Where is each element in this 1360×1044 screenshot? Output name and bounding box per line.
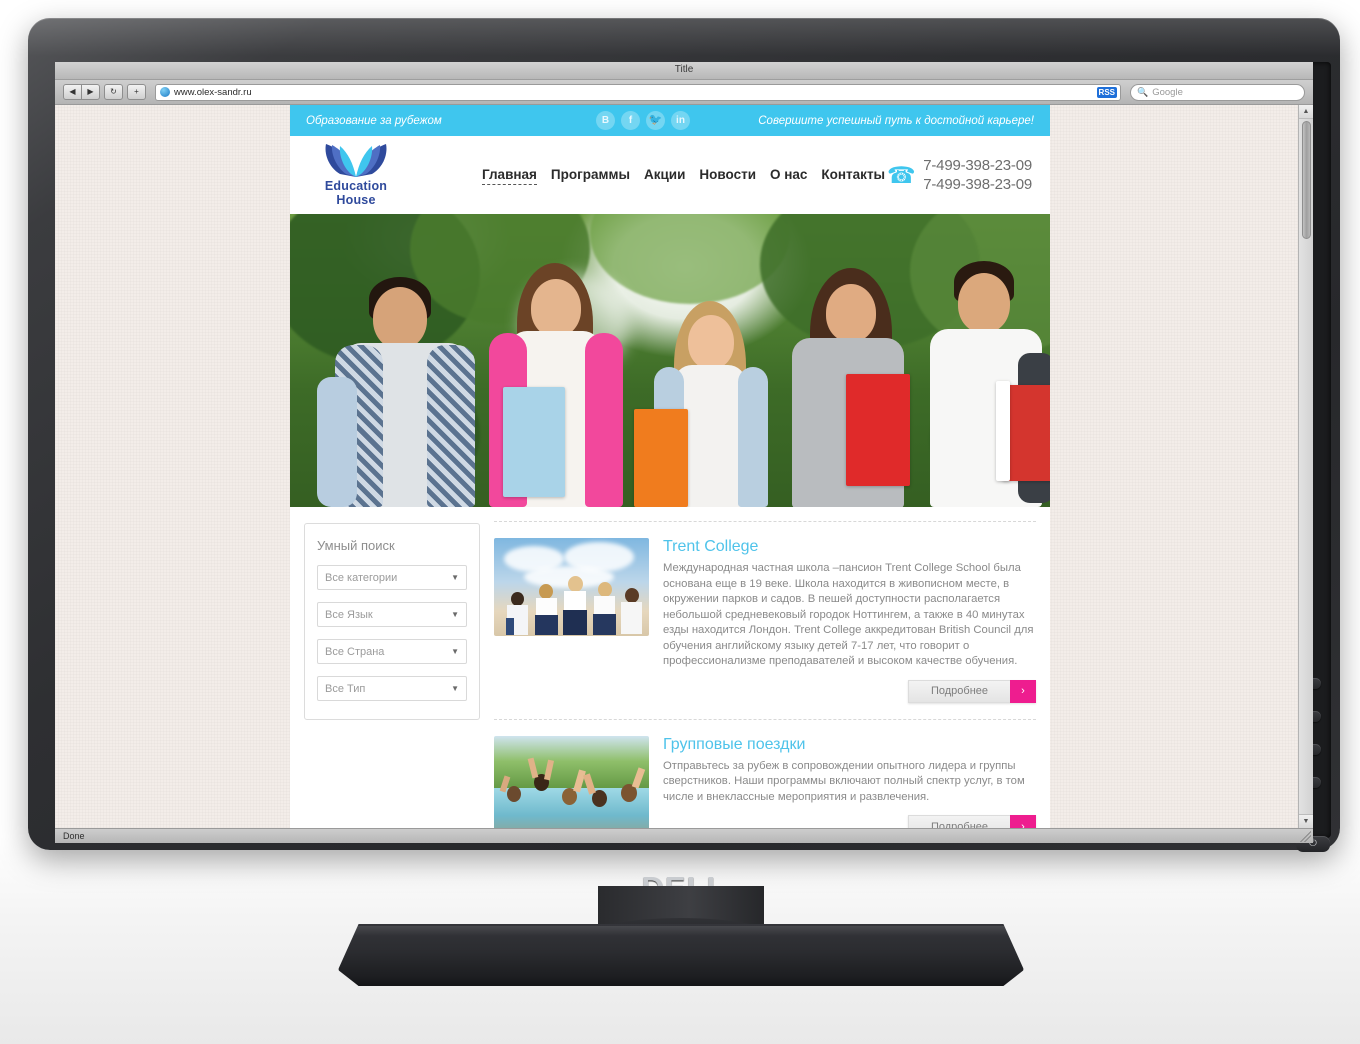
search-placeholder: Google xyxy=(1152,86,1183,98)
vk-icon[interactable]: В xyxy=(596,111,615,130)
chevron-down-icon: ▼ xyxy=(451,573,459,582)
favicon-icon xyxy=(160,87,170,97)
country-select[interactable]: Все Страна ▼ xyxy=(317,639,467,664)
main-navigation: Главная Программы Акции Новости О нас Ко… xyxy=(482,167,885,185)
phone-numbers: 7-499-398-23-09 7-499-398-23-09 xyxy=(923,156,1032,194)
nav-item-glavnaya[interactable]: Главная xyxy=(482,167,537,185)
monitor-screen: Title ◀ ▶ ↻ + www.olex-sandr.ru RSS 🔍 Go… xyxy=(55,62,1313,843)
hero-student-2 xyxy=(475,257,645,507)
resize-grip[interactable] xyxy=(1300,831,1311,842)
linkedin-icon[interactable]: in xyxy=(671,111,690,130)
article-body: Trent College Международная частная школ… xyxy=(663,538,1036,703)
page-content: Умный поиск Все категории ▼ Все Язык ▼ В… xyxy=(290,507,1050,828)
article-title[interactable]: Групповые поездки xyxy=(663,736,1036,754)
category-select[interactable]: Все категории ▼ xyxy=(317,565,467,590)
forward-button[interactable]: ▶ xyxy=(81,84,100,100)
add-bookmark-button[interactable]: + xyxy=(127,84,146,100)
chevron-right-icon: › xyxy=(1010,815,1036,828)
article-text: Отправьтесь за рубеж в сопровождении опы… xyxy=(663,759,1025,803)
read-more-button[interactable]: Подробнее › xyxy=(907,679,1036,703)
nav-item-novosti[interactable]: Новости xyxy=(699,167,756,185)
category-select-value: Все категории xyxy=(325,571,398,584)
chevron-right-icon: › xyxy=(1010,679,1036,703)
header-phones[interactable]: ☎ 7-499-398-23-09 7-499-398-23-09 xyxy=(886,156,1033,194)
browser-titlebar[interactable]: Title xyxy=(55,62,1313,80)
site-header: Education House Главная Программы Акции … xyxy=(290,136,1050,214)
phone-number-secondary[interactable]: 7-499-398-23-09 xyxy=(923,175,1032,194)
read-more-label: Подробнее xyxy=(907,815,1010,828)
status-text: Done xyxy=(63,831,85,841)
chevron-down-icon: ▼ xyxy=(451,647,459,656)
monitor-scene: ⏻ DELL Title ◀ ▶ ↻ + www.olex-sandr.ru R… xyxy=(0,0,1360,1044)
url-text: www.olex-sandr.ru xyxy=(174,86,252,98)
address-bar[interactable]: www.olex-sandr.ru RSS xyxy=(155,83,1121,101)
site-logo[interactable]: Education House xyxy=(310,141,402,207)
type-select-value: Все Тип xyxy=(325,682,366,695)
book-svg xyxy=(325,144,387,177)
rss-icon[interactable]: RSS xyxy=(1096,86,1117,98)
read-more-label: Подробнее xyxy=(907,679,1010,703)
hero-student-5 xyxy=(910,257,1050,507)
nav-item-o-nas[interactable]: О нас xyxy=(770,167,807,185)
browser-search-input[interactable]: 🔍 Google xyxy=(1130,83,1305,101)
browser-viewport: Образование за рубежом В f 🐦 in Совершит… xyxy=(55,105,1313,828)
topbar-tagline-right: Совершите успешный путь к достойной карь… xyxy=(758,114,1034,127)
nav-item-programmy[interactable]: Программы xyxy=(551,167,630,185)
hero-banner[interactable] xyxy=(290,214,1050,507)
nav-item-akcii[interactable]: Акции xyxy=(644,167,685,185)
phone-number-primary[interactable]: 7-499-398-23-09 xyxy=(923,156,1032,175)
browser-toolbar: ◀ ▶ ↻ + www.olex-sandr.ru RSS 🔍 Google xyxy=(55,80,1313,105)
hero-student-3 xyxy=(634,287,790,507)
type-select[interactable]: Все Тип ▼ xyxy=(317,676,467,701)
site-topbar: Образование за рубежом В f 🐦 in Совершит… xyxy=(290,105,1050,136)
vertical-scrollbar[interactable]: ▲ ▼ xyxy=(1298,105,1313,828)
article-card: Trent College Международная частная школ… xyxy=(494,521,1036,720)
social-links[interactable]: В f 🐦 in xyxy=(596,111,690,130)
nav-item-kontakty[interactable]: Контакты xyxy=(821,167,885,185)
search-icon: 🔍 xyxy=(1137,86,1149,97)
browser-window: Title ◀ ▶ ↻ + www.olex-sandr.ru RSS 🔍 Go… xyxy=(55,62,1313,843)
scroll-down-button[interactable]: ▼ xyxy=(1299,814,1313,828)
article-actions: Подробнее › xyxy=(663,815,1036,828)
reload-button[interactable]: ↻ xyxy=(104,84,123,100)
window-title: Title xyxy=(674,64,694,75)
logo-text-line2: House xyxy=(336,193,376,207)
article-text: Международная частная школа –пансион Tre… xyxy=(663,562,1034,667)
read-more-button[interactable]: Подробнее › xyxy=(907,815,1036,828)
smart-search-panel: Умный поиск Все категории ▼ Все Язык ▼ В… xyxy=(304,523,480,720)
smart-search-title: Умный поиск xyxy=(317,538,395,553)
website-page: Образование за рубежом В f 🐦 in Совершит… xyxy=(290,105,1050,828)
language-select-value: Все Язык xyxy=(325,608,373,621)
browser-statusbar: Done xyxy=(55,828,1313,843)
article-card: Групповые поездки Отправьтесь за рубеж в… xyxy=(494,735,1036,828)
topbar-tagline-left: Образование за рубежом xyxy=(306,114,442,127)
phone-icon: ☎ xyxy=(886,161,916,188)
monitor-stand-base xyxy=(338,924,1024,986)
article-thumbnail-schoolkids[interactable] xyxy=(494,538,649,636)
twitter-icon[interactable]: 🐦 xyxy=(646,111,665,130)
article-title[interactable]: Trent College xyxy=(663,538,1036,556)
country-select-value: Все Страна xyxy=(325,645,385,658)
facebook-icon[interactable]: f xyxy=(621,111,640,130)
open-book-logo-icon xyxy=(310,141,402,179)
article-list: Trent College Международная частная школ… xyxy=(494,521,1036,828)
chevron-down-icon: ▼ xyxy=(451,684,459,693)
article-body: Групповые поездки Отправьтесь за рубеж в… xyxy=(663,736,1036,828)
article-thumbnail-pool[interactable] xyxy=(494,735,649,828)
language-select[interactable]: Все Язык ▼ xyxy=(317,602,467,627)
sidebar: Умный поиск Все категории ▼ Все Язык ▼ В… xyxy=(304,523,480,828)
hero-student-1 xyxy=(317,267,495,507)
article-actions: Подробнее › xyxy=(663,679,1036,703)
back-button[interactable]: ◀ xyxy=(63,84,82,100)
scroll-up-button[interactable]: ▲ xyxy=(1299,105,1313,119)
scrollbar-thumb[interactable] xyxy=(1302,121,1311,239)
chevron-down-icon: ▼ xyxy=(451,610,459,619)
logo-text-line1: Education xyxy=(324,179,388,193)
